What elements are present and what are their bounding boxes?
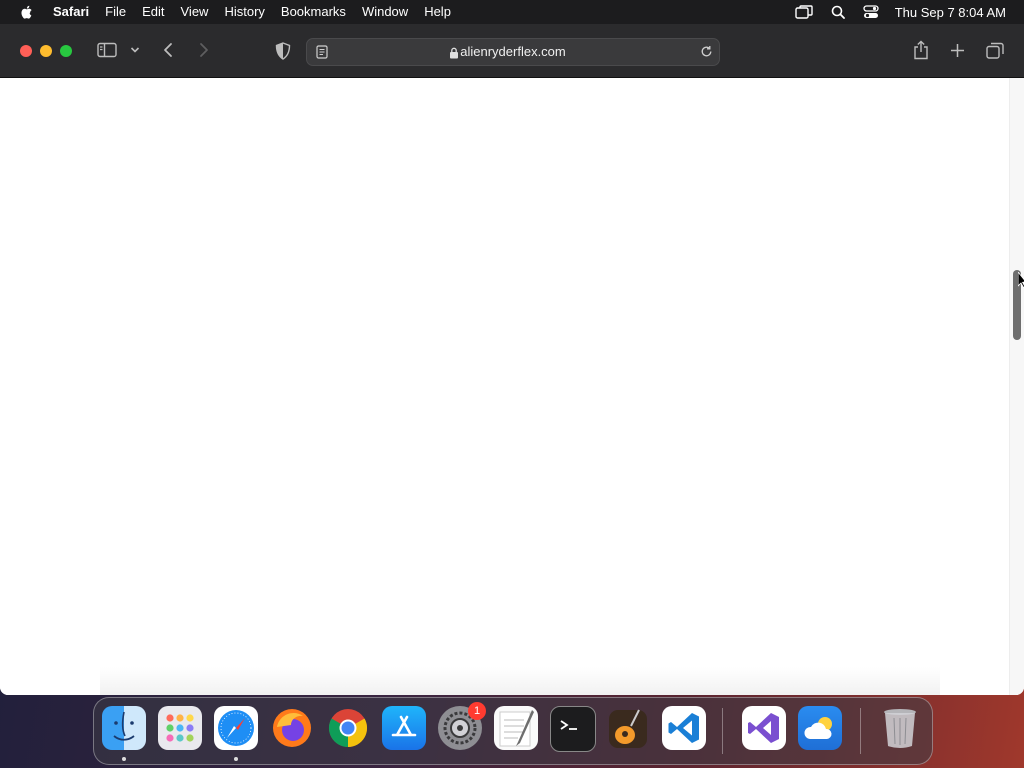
textedit-icon[interactable] xyxy=(494,706,538,750)
finder-running-indicator xyxy=(122,757,126,761)
page-content[interactable] xyxy=(0,78,1024,695)
firefox-icon[interactable] xyxy=(270,706,314,750)
new-tab-icon[interactable] xyxy=(950,43,965,58)
chrome-icon[interactable] xyxy=(326,706,370,750)
share-icon[interactable] xyxy=(913,40,929,60)
forward-button-icon[interactable] xyxy=(198,42,210,58)
menu-file[interactable]: File xyxy=(97,0,134,24)
safari-running-indicator xyxy=(234,757,238,761)
privacy-shield-icon[interactable] xyxy=(275,42,291,60)
dock-separator xyxy=(860,708,861,754)
close-window-button[interactable] xyxy=(20,45,32,57)
menu-view[interactable]: View xyxy=(173,0,217,24)
browser-toolbar: alienryderflex.com xyxy=(0,24,1024,78)
finder-icon[interactable] xyxy=(102,706,146,750)
spotlight-search-icon[interactable] xyxy=(831,5,845,19)
back-button-icon[interactable] xyxy=(162,42,174,58)
trash-icon[interactable] xyxy=(878,706,922,750)
menu-help[interactable]: Help xyxy=(416,0,459,24)
menu-bookmarks[interactable]: Bookmarks xyxy=(273,0,354,24)
screen-mirroring-icon[interactable] xyxy=(795,5,813,19)
garageband-icon[interactable] xyxy=(606,706,650,750)
url-text[interactable]: alienryderflex.com xyxy=(307,39,719,65)
safari-window: alienryderflex.com xyxy=(0,24,1024,695)
tab-overview-icon[interactable] xyxy=(986,42,1004,59)
control-center-icon[interactable] xyxy=(863,5,879,19)
dock-separator xyxy=(722,708,723,754)
safari-icon[interactable] xyxy=(214,706,258,750)
vertical-scrollbar[interactable] xyxy=(1009,78,1024,695)
vscode-icon[interactable] xyxy=(662,706,706,750)
chevron-down-icon[interactable] xyxy=(130,46,140,54)
menubar-clock[interactable]: Thu Sep 7 8:04 AM xyxy=(895,5,1006,20)
content-bottom-shadow xyxy=(100,667,940,695)
menu-bar: Safari File Edit View History Bookmarks … xyxy=(0,0,1024,24)
launchpad-icon[interactable] xyxy=(158,706,202,750)
mouse-cursor-icon xyxy=(1017,270,1024,293)
minimize-window-button[interactable] xyxy=(40,45,52,57)
address-bar[interactable]: alienryderflex.com xyxy=(306,38,720,66)
apple-menu-icon[interactable] xyxy=(19,4,35,20)
app-store-icon[interactable] xyxy=(382,706,426,750)
weather-icon[interactable] xyxy=(798,706,842,750)
notification-badge: 1 xyxy=(468,702,486,720)
visual-studio-icon[interactable] xyxy=(742,706,786,750)
menu-window[interactable]: Window xyxy=(354,0,416,24)
zoom-window-button[interactable] xyxy=(60,45,72,57)
menu-edit[interactable]: Edit xyxy=(134,0,172,24)
sidebar-toggle-icon[interactable] xyxy=(97,42,117,58)
reload-icon[interactable] xyxy=(700,45,713,63)
menu-history[interactable]: History xyxy=(216,0,272,24)
dock: 1 xyxy=(93,697,933,765)
system-settings-icon[interactable]: 1 xyxy=(438,702,486,750)
terminal-icon[interactable] xyxy=(550,706,596,752)
menu-app-name[interactable]: Safari xyxy=(46,0,97,24)
